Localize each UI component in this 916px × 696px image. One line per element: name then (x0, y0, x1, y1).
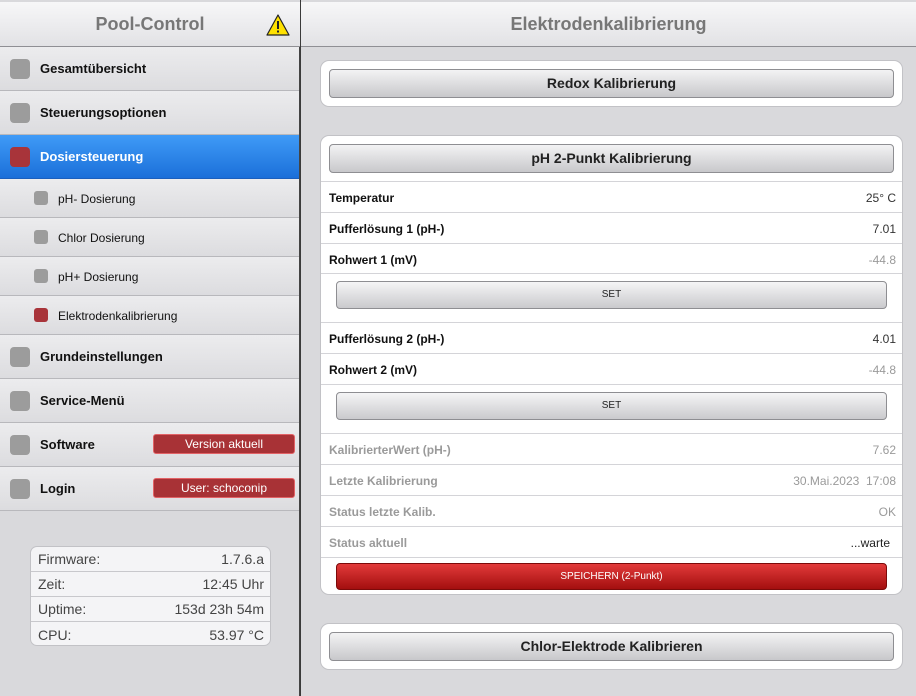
page-title: Elektrodenkalibrierung (510, 13, 707, 34)
redox-kalibrierung-button[interactable]: Redox Kalibrierung (329, 69, 894, 98)
subnav-item-chlor[interactable]: Chlor Dosierung (0, 218, 299, 257)
row-kalibrierter-wert: KalibrierterWert (pH-) 7.62 (321, 433, 902, 464)
status-square-icon (34, 230, 48, 244)
set-button-1[interactable]: SET (336, 281, 887, 309)
save-row: SPEICHERN (2-Punkt) (321, 557, 902, 594)
info-row-uptime: Uptime: 153d 23h 54m (31, 597, 270, 622)
redox-card: Redox Kalibrierung (320, 60, 903, 107)
subnav-item-elektrodenkalibrierung[interactable]: Elektrodenkalibrierung (0, 296, 299, 335)
row-pufferloesung-1[interactable]: Pufferlösung 1 (pH-) 7.01 (321, 212, 902, 243)
status-square-icon (10, 147, 30, 167)
nav-item-service-menu[interactable]: Service-Menü (0, 379, 299, 423)
row-rohwert-1: Rohwert 1 (mV) -44.8 (321, 243, 902, 274)
user-badge[interactable]: User: schoconip (153, 478, 295, 498)
nav-item-dosiersteuerung[interactable]: Dosiersteuerung (0, 135, 299, 179)
row-rohwert-2: Rohwert 2 (mV) -44.8 (321, 353, 902, 384)
chlor-card: Chlor-Elektrode Kalibrieren (320, 623, 903, 670)
row-pufferloesung-2[interactable]: Pufferlösung 2 (pH-) 4.01 (321, 322, 902, 353)
status-square-icon (34, 269, 48, 283)
status-square-icon (34, 191, 48, 205)
set-button-2[interactable]: SET (336, 392, 887, 420)
info-row-zeit: Zeit: 12:45 Uhr (31, 572, 270, 597)
status-square-icon (10, 435, 30, 455)
nav-item-login[interactable]: Login User: schoconip (0, 467, 299, 511)
status-square-icon (34, 308, 48, 322)
subnav-item-ph-minus[interactable]: pH- Dosierung (0, 179, 299, 218)
subnav-item-ph-plus[interactable]: pH+ Dosierung (0, 257, 299, 296)
warning-triangle-icon[interactable] (266, 14, 290, 36)
ph-calibration-card: pH 2-Punkt Kalibrierung Temperatur 25° C… (320, 135, 903, 595)
status-square-icon (10, 59, 30, 79)
set-row-1: SET (321, 273, 902, 322)
status-square-icon (10, 391, 30, 411)
save-button[interactable]: SPEICHERN (2-Punkt) (336, 563, 887, 590)
app-title: Pool-Control (95, 13, 205, 34)
status-square-icon (10, 347, 30, 367)
row-letzte-kalibrierung: Letzte Kalibrierung 30.Mai.2023 17:08 (321, 464, 902, 495)
main-panel: Redox Kalibrierung pH 2-Punkt Kalibrieru… (301, 48, 916, 696)
status-square-icon (10, 103, 30, 123)
row-status-aktuell: Status aktuell ...warte (321, 526, 902, 557)
row-status-letzte: Status letzte Kalib. OK (321, 495, 902, 526)
info-row-firmware: Firmware: 1.7.6.a (31, 547, 270, 572)
info-row-cpu: CPU: 53.97 °C (38, 626, 264, 643)
ph-2-punkt-button[interactable]: pH 2-Punkt Kalibrierung (329, 144, 894, 173)
chlor-kalibrieren-button[interactable]: Chlor-Elektrode Kalibrieren (329, 632, 894, 661)
sidebar: Gesamtübersicht Steuerungsoptionen Dosie… (0, 47, 300, 696)
system-info-box: Firmware: 1.7.6.a Zeit: 12:45 Uhr Uptime… (30, 546, 271, 646)
version-badge[interactable]: Version aktuell (153, 434, 295, 454)
nav-item-software[interactable]: Software Version aktuell (0, 423, 299, 467)
nav-item-gesamtuebersicht[interactable]: Gesamtübersicht (0, 47, 299, 91)
nav-item-steuerungsoptionen[interactable]: Steuerungsoptionen (0, 91, 299, 135)
set-row-2: SET (321, 384, 902, 433)
row-temperatur: Temperatur 25° C (321, 181, 902, 212)
status-square-icon (10, 479, 30, 499)
sidebar-header: Pool-Control (0, 2, 300, 47)
page-header: Elektrodenkalibrierung (301, 2, 916, 47)
nav-item-grundeinstellungen[interactable]: Grundeinstellungen (0, 335, 299, 379)
